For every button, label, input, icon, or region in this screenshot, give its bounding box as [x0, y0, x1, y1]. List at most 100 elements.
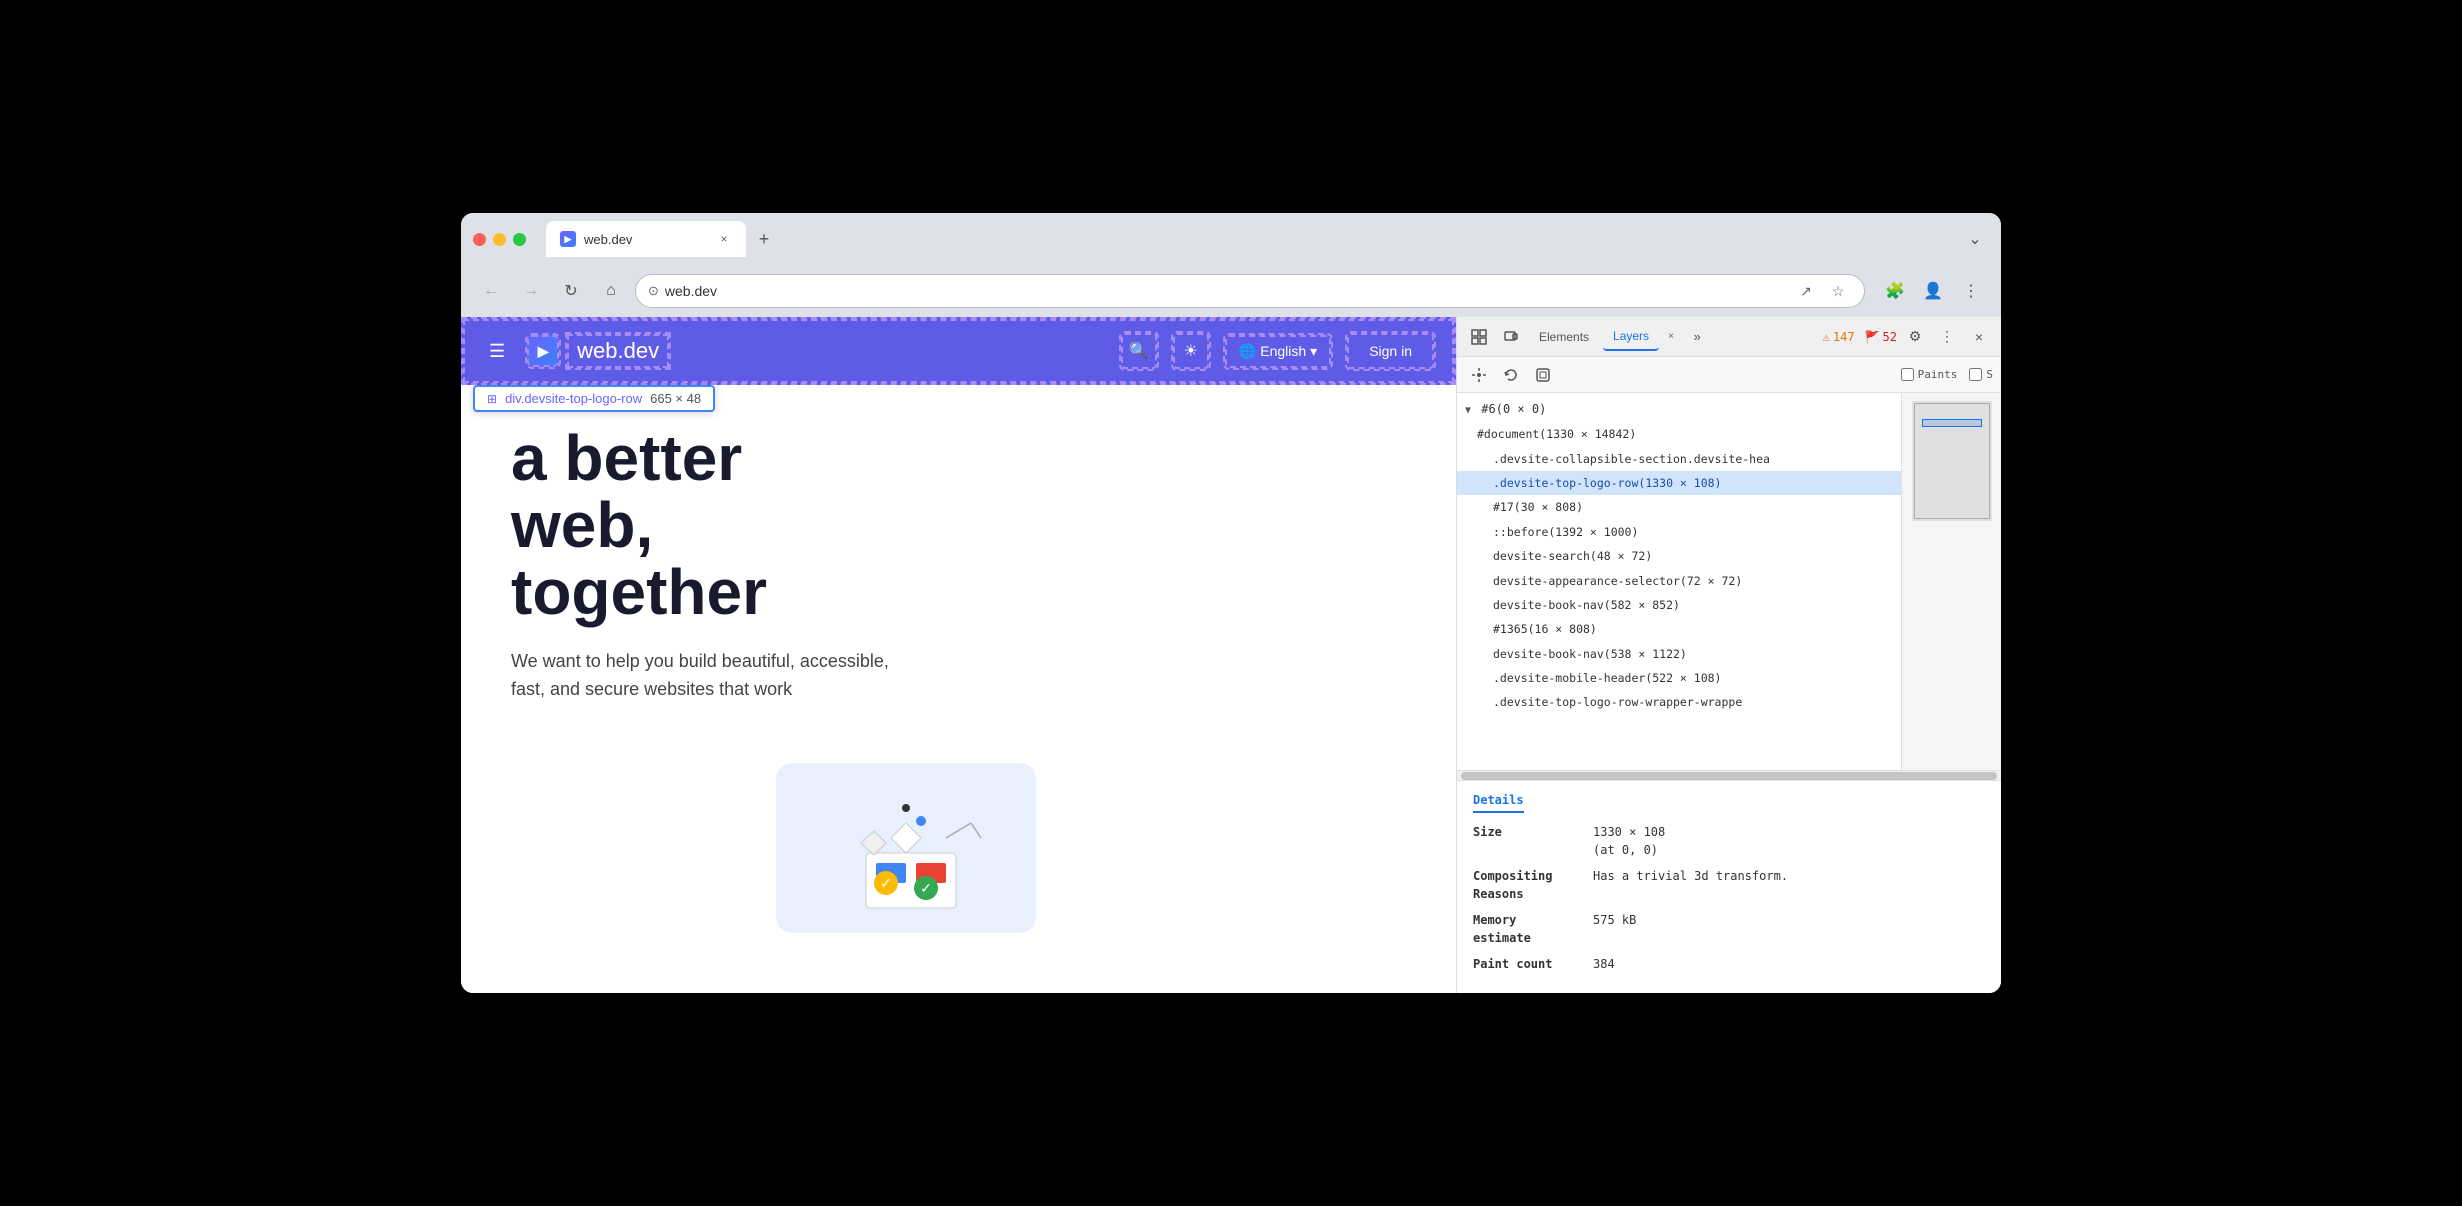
layer-item[interactable]: devsite-appearance-selector(72 × 72) — [1457, 569, 1901, 593]
tab-favicon: ▶ — [560, 231, 576, 247]
layer-item[interactable]: devsite-book-nav(582 × 852) — [1457, 593, 1901, 617]
rotate-button[interactable] — [1497, 361, 1525, 389]
reload-button[interactable]: ↻ — [555, 275, 587, 307]
minimize-button[interactable] — [493, 233, 506, 246]
globe-icon: 🌐 — [1239, 343, 1256, 360]
reset-button[interactable] — [1529, 361, 1557, 389]
slow-label: S — [1969, 368, 1993, 381]
layer-item[interactable]: devsite-book-nav(538 × 1122) — [1457, 642, 1901, 666]
maximize-button[interactable] — [513, 233, 526, 246]
hero-heading: a better web, together — [511, 425, 1406, 627]
detail-paint-label: Paint count — [1473, 955, 1593, 973]
site-logo: ▶ web.dev — [527, 334, 669, 368]
layer-item-selected[interactable]: .devsite-top-logo-row(1330 × 108) — [1457, 471, 1901, 495]
site-search-button[interactable]: 🔍 — [1121, 333, 1157, 369]
window-controls — [473, 233, 526, 246]
tooltip-size: 665 × 48 — [650, 391, 701, 406]
detail-compositing-label: CompositingReasons — [1473, 867, 1593, 903]
layer-item[interactable]: #1365(16 × 808) — [1457, 617, 1901, 641]
share-button[interactable]: ↗ — [1792, 277, 1820, 305]
devtools-close-button[interactable]: × — [1965, 323, 1993, 351]
warning-icon: ⚠ — [1823, 330, 1830, 344]
layers-sub-toolbar: Paints S — [1457, 357, 2001, 393]
site-language-button[interactable]: 🌐 English ▾ — [1225, 335, 1331, 368]
site-theme-button[interactable]: ☀ — [1173, 333, 1209, 369]
url-actions: ↗ ☆ — [1792, 277, 1852, 305]
layer-item[interactable]: ::before(1392 × 1000) — [1457, 520, 1901, 544]
detail-paint-value: 384 — [1593, 955, 1615, 973]
logo-text: web.dev — [567, 334, 669, 368]
site-header: ☰ ▶ web.dev 🔍 ☀ 🌐 English ▾ Sign in — [461, 317, 1456, 385]
nav-bar: ← → ↻ ⌂ ⊙ web.dev ↗ ☆ 🧩 👤 ⋮ — [461, 265, 2001, 317]
layer-item[interactable]: .devsite-mobile-header(522 × 108) — [1457, 666, 1901, 690]
page-content: a better web, together We want to help y… — [461, 385, 1456, 734]
home-button[interactable]: ⌂ — [595, 275, 627, 307]
tab-close-button[interactable]: × — [716, 231, 732, 247]
more-tabs-button[interactable]: » — [1683, 323, 1711, 351]
layers-tab[interactable]: Layers — [1603, 323, 1659, 351]
lang-arrow-icon: ▾ — [1310, 343, 1317, 360]
layer-item[interactable]: ▼ #6(0 × 0) — [1457, 397, 1901, 422]
preview-canvas — [1912, 401, 1992, 521]
details-panel: Details Size 1330 × 108 (at 0, 0) Compos… — [1457, 780, 2001, 993]
detail-compositing-row: CompositingReasons Has a trivial 3d tran… — [1473, 867, 1985, 903]
hero-subtext: We want to help you build beautiful, acc… — [511, 647, 891, 705]
paints-label: Paints — [1901, 368, 1958, 381]
back-button[interactable]: ← — [475, 275, 507, 307]
lang-label: English — [1260, 343, 1306, 359]
error-flag-icon: 🚩 — [1865, 330, 1880, 344]
detail-paint-row: Paint count 384 — [1473, 955, 1985, 973]
page-illustration: ✓ ✓ — [776, 763, 1036, 933]
close-button[interactable] — [473, 233, 486, 246]
layer-item[interactable]: .devsite-top-logo-row-wrapper-wrappe — [1457, 690, 1901, 714]
extensions-button[interactable]: 🧩 — [1879, 275, 1911, 307]
url-bar[interactable]: ⊙ web.dev ↗ ☆ — [635, 274, 1865, 308]
elements-tab[interactable]: Elements — [1529, 323, 1599, 351]
site-menu-button[interactable]: ☰ — [483, 335, 511, 368]
scrollbar-thumb[interactable] — [1461, 772, 1997, 780]
layer-item[interactable]: .devsite-collapsible-section.devsite-hea — [1457, 447, 1901, 471]
horizontal-scrollbar[interactable] — [1457, 770, 2001, 780]
details-header: Details — [1473, 793, 1524, 813]
devtools-toolbar: Elements Layers × » ⚠ 147 🚩 52 ⚙ ⋮ × — [1457, 317, 2001, 357]
slow-checkbox[interactable] — [1969, 368, 1982, 381]
layers-tab-close[interactable]: × — [1663, 329, 1679, 345]
element-tooltip: ⊞ div.devsite-top-logo-row 665 × 48 — [473, 385, 715, 412]
detail-size-value: 1330 × 108 (at 0, 0) — [1593, 823, 1665, 859]
detail-size-label: Size — [1473, 823, 1593, 859]
tab-area: ▶ web.dev × + — [546, 221, 1953, 257]
profile-button[interactable]: 👤 — [1917, 275, 1949, 307]
layers-content: ▼ #6(0 × 0) #document(1330 × 14842) .dev… — [1457, 393, 2001, 770]
devtools-settings-button[interactable]: ⚙ — [1901, 323, 1929, 351]
tooltip-icon: ⊞ — [487, 392, 497, 406]
site-signin-button[interactable]: Sign in — [1347, 333, 1434, 369]
detail-memory-row: Memoryestimate 575 kB — [1473, 911, 1985, 947]
content-area: ☰ ▶ web.dev 🔍 ☀ 🌐 English ▾ Sign in — [461, 317, 2001, 993]
bookmark-button[interactable]: ☆ — [1824, 277, 1852, 305]
inspect-element-button[interactable] — [1465, 323, 1493, 351]
tree-arrow-icon: ▼ — [1465, 403, 1471, 419]
forward-button[interactable]: → — [515, 275, 547, 307]
error-count: 🚩 52 — [1865, 330, 1897, 344]
layer-item[interactable]: #17(30 × 808) — [1457, 495, 1901, 519]
paints-checkbox[interactable] — [1901, 368, 1914, 381]
browser-window: ▶ web.dev × + ⌄ ← → ↻ ⌂ ⊙ web.dev ↗ ☆ 🧩 … — [461, 213, 2001, 993]
pan-button[interactable] — [1465, 361, 1493, 389]
devtools-more-button[interactable]: ⋮ — [1933, 323, 1961, 351]
detail-memory-value: 575 kB — [1593, 911, 1636, 947]
devtools-panel: Elements Layers × » ⚠ 147 🚩 52 ⚙ ⋮ × — [1456, 317, 2001, 993]
new-tab-button[interactable]: + — [750, 225, 778, 253]
nav-right: 🧩 👤 ⋮ — [1879, 275, 1987, 307]
browser-tab[interactable]: ▶ web.dev × — [546, 221, 746, 257]
title-bar: ▶ web.dev × + ⌄ — [461, 213, 2001, 265]
layer-item[interactable]: #document(1330 × 14842) — [1457, 422, 1901, 446]
layers-preview — [1901, 393, 2001, 770]
more-options-button[interactable]: ⋮ — [1955, 275, 1987, 307]
url-text: web.dev — [665, 283, 1786, 299]
layers-tree: ▼ #6(0 × 0) #document(1330 × 14842) .dev… — [1457, 393, 1901, 770]
tooltip-element-name: div.devsite-top-logo-row — [505, 391, 642, 406]
layer-item[interactable]: devsite-search(48 × 72) — [1457, 544, 1901, 568]
tab-dropdown-button[interactable]: ⌄ — [1961, 225, 1989, 253]
device-toggle-button[interactable] — [1497, 323, 1525, 351]
tab-title: web.dev — [584, 232, 632, 247]
